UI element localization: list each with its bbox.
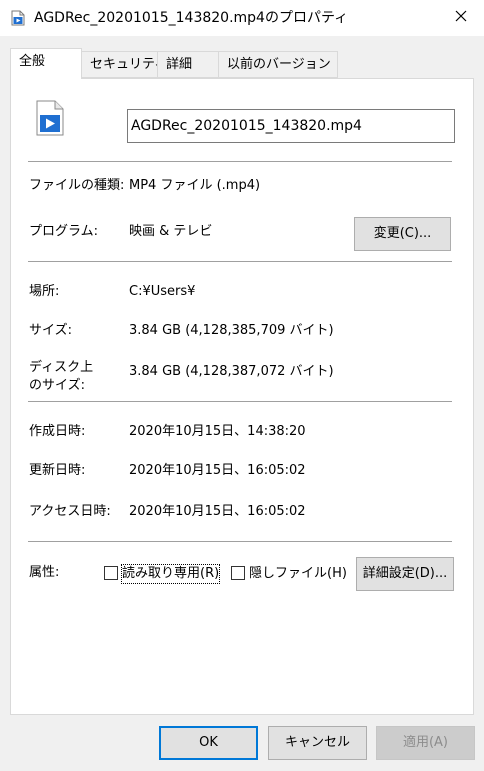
disk-size-label-line1: ディスク上 <box>29 360 94 375</box>
divider <box>28 161 452 162</box>
readonly-checkbox[interactable] <box>104 566 118 580</box>
accessed-value: 2020年10月15日、16:05:02 <box>129 504 306 519</box>
cancel-button-label: キャンセル <box>284 735 350 750</box>
program-value: 映画 & テレビ <box>129 224 213 239</box>
modified-label: 更新日時: <box>29 463 86 478</box>
hidden-checkbox-label[interactable]: 隠しファイル(H) <box>249 565 347 583</box>
file-type-label: ファイルの種類: <box>29 178 125 193</box>
program-label: プログラム: <box>29 224 98 239</box>
location-value: C:¥Users¥ <box>129 284 196 299</box>
general-tab-panel <box>10 78 474 715</box>
apply-button-label: 適用(A) <box>402 735 449 750</box>
apply-button[interactable]: 適用(A) <box>376 726 475 760</box>
ok-button-label: OK <box>199 735 218 750</box>
accessed-label: アクセス日時: <box>29 504 111 519</box>
file-name-input[interactable] <box>127 109 455 143</box>
tab-details-label: 詳細 <box>166 57 193 72</box>
size-value: 3.84 GB (4,128,385,709 バイト) <box>129 323 334 338</box>
size-label: サイズ: <box>29 323 72 338</box>
file-type-value: MP4 ファイル (.mp4) <box>129 178 261 193</box>
title-bar[interactable]: AGDRec_20201015_143820.mp4のプロパティ <box>0 0 484 36</box>
close-icon <box>455 10 467 26</box>
divider <box>28 261 452 262</box>
divider <box>28 401 452 402</box>
created-label: 作成日時: <box>29 424 86 439</box>
tab-general[interactable]: 全般 <box>10 48 82 79</box>
tab-previous-versions-label: 以前のバージョン <box>227 57 331 72</box>
properties-dialog: AGDRec_20201015_143820.mp4のプロパティ 全般 セキュリ… <box>0 0 484 771</box>
disk-size-label-line2: のサイズ: <box>29 378 85 393</box>
location-label: 場所: <box>29 284 60 299</box>
tab-security-label: セキュリティ <box>90 57 168 72</box>
ok-button[interactable]: OK <box>159 726 258 760</box>
hidden-checkbox[interactable] <box>231 566 245 580</box>
disk-size-value: 3.84 GB (4,128,387,072 バイト) <box>129 364 334 379</box>
divider <box>28 541 452 542</box>
tab-security[interactable]: セキュリティ <box>81 51 167 78</box>
cancel-button[interactable]: キャンセル <box>268 726 367 760</box>
tab-general-label: 全般 <box>19 54 46 69</box>
window-title: AGDRec_20201015_143820.mp4のプロパティ <box>34 10 349 26</box>
attributes-label: 属性: <box>29 565 60 580</box>
modified-value: 2020年10月15日、16:05:02 <box>129 463 306 478</box>
tab-details[interactable]: 詳細 <box>157 51 219 78</box>
advanced-button[interactable]: 詳細設定(D)... <box>356 557 454 591</box>
readonly-checkbox-label[interactable]: 読み取り専用(R) <box>120 564 221 584</box>
video-file-icon <box>10 10 26 26</box>
video-file-icon <box>34 100 66 136</box>
tab-previous-versions[interactable]: 以前のバージョン <box>218 51 338 78</box>
close-button[interactable] <box>438 0 484 36</box>
change-program-button[interactable]: 変更(C)... <box>354 217 451 251</box>
change-button-label: 変更(C)... <box>373 226 432 241</box>
created-value: 2020年10月15日、14:38:20 <box>129 424 306 439</box>
advanced-button-label: 詳細設定(D)... <box>362 566 448 581</box>
